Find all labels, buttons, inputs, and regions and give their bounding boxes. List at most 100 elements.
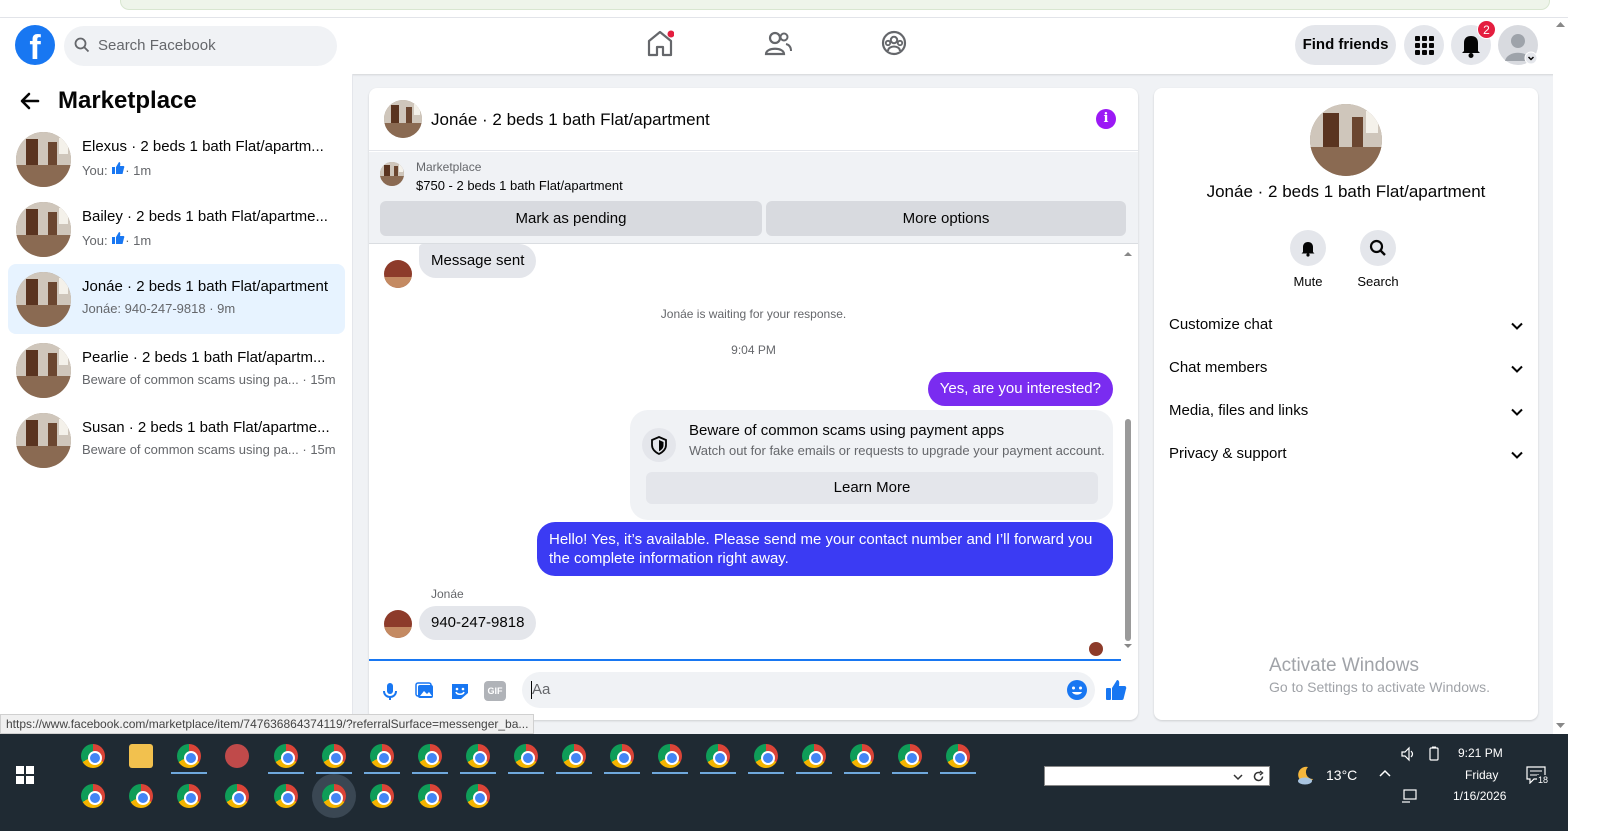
chrome-profile-icon[interactable]	[562, 744, 586, 768]
chrome-profile-icon[interactable]	[370, 744, 394, 768]
back-arrow-icon[interactable]	[18, 89, 42, 113]
message-input[interactable]: Aa	[522, 672, 1095, 708]
photo-icon[interactable]	[414, 680, 436, 702]
emoji-icon[interactable]	[1066, 679, 1088, 701]
menu-button[interactable]	[1404, 25, 1444, 65]
app-icon[interactable]	[225, 744, 249, 768]
friends-icon	[764, 31, 792, 56]
home-tab[interactable]	[646, 28, 675, 63]
find-friends-button[interactable]: Find friends	[1295, 25, 1396, 65]
groups-tab[interactable]	[880, 28, 908, 63]
chat-avatar[interactable]	[384, 100, 422, 138]
privacy-support-row[interactable]: Privacy & support	[1169, 445, 1524, 469]
scroll-up-icon[interactable]	[1553, 20, 1568, 30]
browser-toolbar	[0, 0, 1600, 18]
chat-members-row[interactable]: Chat members	[1169, 359, 1524, 383]
chrome-icon[interactable]	[81, 744, 105, 768]
more-options-button[interactable]: More options	[766, 201, 1126, 236]
sidebar-header: Marketplace	[18, 86, 197, 116]
chrome-profile-icon[interactable]	[658, 744, 682, 768]
chrome-profile-icon[interactable]	[81, 784, 105, 808]
search-input[interactable]: Search Facebook	[64, 26, 337, 66]
windows-start-icon[interactable]	[16, 766, 34, 784]
network-icon[interactable]	[1400, 788, 1418, 804]
info-icon[interactable]: i	[1096, 109, 1116, 129]
mute-button[interactable]: Mute	[1278, 230, 1338, 289]
file-explorer-icon[interactable]	[129, 744, 153, 768]
search-label: Search	[1357, 274, 1399, 289]
microphone-icon[interactable]	[379, 680, 401, 702]
chrome-profile-icon[interactable]	[225, 784, 249, 808]
conversation-item[interactable]: Susan · 2 beds 1 bath Flat/apartme... Be…	[8, 405, 345, 475]
like-icon[interactable]	[1104, 678, 1128, 702]
clock-day[interactable]: Friday	[1465, 768, 1498, 782]
chrome-profile-icon[interactable]	[466, 744, 490, 768]
search-icon	[1369, 239, 1386, 256]
running-indicator	[844, 772, 880, 774]
top-nav: f Search Facebook Find friends 2	[0, 18, 1568, 74]
address-bar[interactable]	[120, 0, 1550, 10]
chevron-up-icon[interactable]	[1378, 768, 1392, 778]
sender-avatar	[384, 610, 412, 638]
chrome-profile-icon[interactable]	[514, 744, 538, 768]
read-receipt-avatar	[1089, 642, 1103, 656]
chrome-profile-icon[interactable]	[274, 784, 298, 808]
media-files-row[interactable]: Media, files and links	[1169, 402, 1524, 426]
conversation-item[interactable]: Pearlie · 2 beds 1 bath Flat/apartm... B…	[8, 335, 345, 405]
chrome-profile-icon[interactable]	[177, 744, 201, 768]
conversation-item-active[interactable]: Jonáe · 2 beds 1 bath Flat/apartment Jon…	[8, 264, 345, 334]
chrome-profile-icon[interactable]	[418, 744, 442, 768]
listing-title[interactable]: $750 - 2 beds 1 bath Flat/apartment	[416, 178, 623, 193]
running-indicator	[796, 772, 832, 774]
notification-count: 18	[1537, 775, 1550, 785]
chrome-profile-icon[interactable]	[322, 744, 346, 768]
mark-pending-button[interactable]: Mark as pending	[380, 201, 762, 236]
chrome-profile-icon[interactable]	[466, 784, 490, 808]
chat-title[interactable]: Jonáe · 2 beds 1 bath Flat/apartment	[431, 110, 710, 130]
chevron-down-icon[interactable]	[1233, 772, 1243, 782]
chrome-profile-icon[interactable]	[850, 744, 874, 768]
profile-avatar[interactable]	[1310, 104, 1382, 176]
search-in-chat-button[interactable]: Search	[1348, 230, 1408, 289]
taskbar-search-box[interactable]	[1044, 766, 1270, 786]
refresh-icon[interactable]	[1252, 770, 1265, 783]
chrome-profile-icon[interactable]	[274, 744, 298, 768]
battery-icon[interactable]	[1426, 746, 1442, 762]
scroll-down-icon[interactable]	[1553, 720, 1568, 730]
clock-time[interactable]: 9:21 PM	[1458, 746, 1503, 760]
scam-warning-title: Beware of common scams using payment app…	[689, 422, 1005, 439]
volume-icon[interactable]	[1400, 746, 1416, 762]
account-avatar[interactable]	[1498, 25, 1538, 65]
chrome-profile-icon[interactable]	[946, 744, 970, 768]
chrome-profile-icon-active[interactable]	[322, 784, 346, 808]
scroll-down-icon[interactable]	[1122, 642, 1134, 650]
windows-taskbar: 13°C 9:21 PM Friday 1/16/2026 18	[0, 734, 1568, 831]
chrome-profile-icon[interactable]	[177, 784, 201, 808]
message-composer: GIF Aa	[369, 661, 1138, 720]
chrome-profile-icon[interactable]	[706, 744, 730, 768]
clock-date[interactable]: 1/16/2026	[1453, 789, 1506, 803]
mute-label: Mute	[1293, 274, 1323, 289]
weather-moon-icon[interactable]	[1294, 764, 1316, 786]
chrome-profile-icon[interactable]	[370, 784, 394, 808]
friends-tab[interactable]	[764, 28, 792, 63]
chrome-profile-icon[interactable]	[802, 744, 826, 768]
chrome-profile-icon[interactable]	[610, 744, 634, 768]
conversation-preview: Beware of common scams using pa... · 15m	[82, 372, 336, 387]
gif-icon[interactable]: GIF	[484, 681, 506, 701]
customize-chat-row[interactable]: Customize chat	[1169, 316, 1524, 340]
scroll-up-icon[interactable]	[1122, 250, 1134, 258]
chrome-profile-icon[interactable]	[418, 784, 442, 808]
chat-panel: Jonáe · 2 beds 1 bath Flat/apartment i M…	[369, 88, 1138, 720]
chat-scroll-thumb[interactable]	[1125, 419, 1131, 641]
chrome-profile-icon[interactable]	[129, 784, 153, 808]
weather-temp[interactable]: 13°C	[1326, 767, 1357, 783]
conversation-item[interactable]: Bailey · 2 beds 1 bath Flat/apartme... Y…	[8, 194, 345, 264]
page-scrollbar[interactable]	[1553, 18, 1568, 734]
sticker-icon[interactable]	[449, 680, 471, 702]
learn-more-button[interactable]: Learn More	[646, 472, 1098, 504]
facebook-logo[interactable]: f	[15, 25, 55, 65]
conversation-item[interactable]: Elexus · 2 beds 1 bath Flat/apartm... Yo…	[8, 124, 345, 194]
chrome-profile-icon[interactable]	[898, 744, 922, 768]
chrome-profile-icon[interactable]	[754, 744, 778, 768]
